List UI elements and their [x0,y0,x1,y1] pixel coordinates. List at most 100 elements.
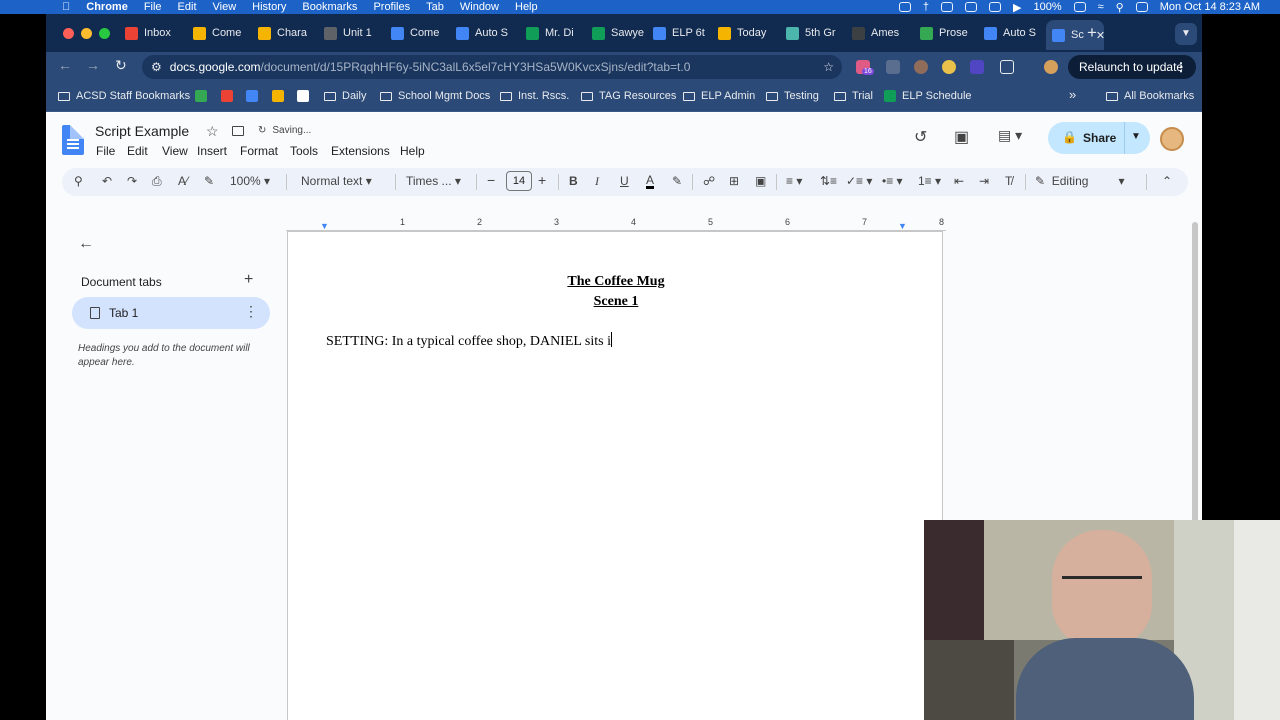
menu-file[interactable]: File [144,1,162,13]
bookmark-item[interactable] [297,90,315,102]
bold-icon[interactable]: B [569,174,578,188]
search-menus-icon[interactable]: ⚲ [74,174,83,188]
italic-icon[interactable]: I [595,174,599,189]
tab-options-icon[interactable]: ⋮ [244,303,258,320]
drive-icon[interactable] [941,2,953,12]
zoom-select[interactable]: 100% ▾ [230,174,270,188]
add-tab-button[interactable]: + [244,271,253,289]
text-color-icon[interactable]: A [646,174,655,189]
browser-tab[interactable]: Come [193,22,251,44]
extensions-puzzle-icon[interactable] [1000,60,1014,74]
increase-font-size-button[interactable]: + [538,172,546,188]
bookmark-folder[interactable]: Trial [834,90,873,102]
menu-history[interactable]: History [252,1,286,13]
docs-menu-view[interactable]: View [162,144,188,158]
all-bookmarks-folder[interactable]: All Bookmarks [1106,90,1194,102]
extension-icon[interactable] [942,60,956,74]
redo-icon[interactable]: ↷ [127,174,137,188]
close-tab-icon[interactable]: ✕ [1096,29,1104,42]
line-spacing-icon[interactable]: ⇅≡ [820,174,837,188]
menu-tab[interactable]: Tab [426,1,444,13]
browser-tab[interactable]: Ames [852,22,910,44]
menu-bookmarks[interactable]: Bookmarks [302,1,357,13]
browser-tab[interactable]: Chara [258,22,316,44]
forward-arrow-icon[interactable]: → [86,57,100,73]
browser-tab[interactable]: Mr. Di [526,22,584,44]
more-bookmarks-button[interactable]: » [1069,87,1076,102]
setting-paragraph[interactable]: SETTING: In a typical coffee shop, DANIE… [326,332,612,350]
browser-tab[interactable]: Today [718,22,776,44]
bookmark-folder[interactable]: Testing [766,90,819,102]
bookmark-item[interactable]: ELP Schedule [884,90,972,102]
print-icon[interactable]: ⎙ [152,174,162,189]
extension-icon[interactable] [970,60,984,74]
bookmark-item[interactable] [246,90,264,102]
apple-menu-icon[interactable]:  [62,1,70,13]
increase-indent-icon[interactable]: ⇥ [979,174,989,188]
extension-icon[interactable] [886,60,900,74]
style-select[interactable]: Normal text ▾ [301,174,372,188]
document-tab-1[interactable]: Tab 1 ⋮ [72,297,270,329]
new-tab-button[interactable]: + [1087,23,1097,43]
menu-view[interactable]: View [213,1,237,13]
spotlight-icon[interactable]: ⚲ [1116,1,1124,14]
underline-icon[interactable]: U [620,174,629,188]
notification-icon[interactable] [965,2,977,12]
script-title[interactable]: The Coffee Mug Scene 1 [288,272,944,312]
document-title[interactable]: Script Example [95,123,189,139]
menu-profiles[interactable]: Profiles [373,1,410,13]
browser-tab[interactable]: Auto S [456,22,514,44]
kebab-menu-icon[interactable]: ⋮ [1175,60,1187,74]
battery-icon[interactable] [1073,2,1086,12]
zoom-window-button[interactable] [99,28,110,39]
datetime[interactable]: Mon Oct 14 8:23 AM [1160,1,1260,13]
spellcheck-icon[interactable]: A⁄ [178,174,188,188]
share-dropdown-icon[interactable]: ▼ [1131,131,1141,142]
right-indent-marker-icon[interactable]: ▼ [898,221,907,231]
docs-menu-tools[interactable]: Tools [290,144,318,158]
editing-mode-select[interactable]: ✎ Editing ▾ [1035,174,1124,188]
tab-search-button[interactable]: ▼ [1175,23,1197,45]
align-icon[interactable]: ≡ ▾ [786,174,802,188]
bookmark-folder[interactable]: ACSD Staff Bookmarks [58,90,190,102]
highlight-icon[interactable]: ✎ [672,174,682,188]
link-icon[interactable]: ☍ [703,174,715,188]
docs-menu-insert[interactable]: Insert [197,144,227,158]
bookmark-item[interactable] [272,90,290,102]
app-menu[interactable]: Chrome [86,1,128,13]
meet-icon[interactable]: ▤ ▾ [998,127,1022,144]
bookmark-folder[interactable]: ELP Admin [683,90,755,102]
version-history-icon[interactable]: ↺ [914,127,927,147]
bookmark-folder[interactable]: Inst. Rscs. [500,90,569,102]
browser-tab[interactable]: ELP 6t [653,22,711,44]
menu-edit[interactable]: Edit [178,1,197,13]
checklist-icon[interactable]: ✓≡ ▾ [846,174,872,188]
bookmark-star-icon[interactable]: ☆ [823,60,834,74]
bookmark-item[interactable] [195,90,213,102]
bluetooth-icon[interactable]: † [923,1,929,13]
back-arrow-icon[interactable]: ← [58,57,72,73]
move-folder-icon[interactable] [232,126,244,136]
numbered-list-icon[interactable]: 1≡ ▾ [918,174,941,188]
browser-tab[interactable]: Unit 1 [324,22,382,44]
font-size-input[interactable]: 14 [506,171,532,191]
screen-share-icon[interactable] [989,2,1001,12]
address-bar[interactable]: ⚙ docs.google.com /document/d/15PRqqhHF6… [142,55,842,79]
decrease-font-size-button[interactable]: − [487,172,495,188]
bookmark-item[interactable] [221,90,239,102]
vertical-scrollbar[interactable] [1192,222,1198,532]
hide-menus-icon[interactable]: ⌃ [1162,174,1172,188]
creative-cloud-icon[interactable] [898,2,911,12]
docs-menu-format[interactable]: Format [240,144,278,158]
bulleted-list-icon[interactable]: •≡ ▾ [882,174,903,188]
control-center-icon[interactable] [1135,2,1148,12]
docs-menu-help[interactable]: Help [400,144,425,158]
browser-tab[interactable]: Sawye [592,22,650,44]
clear-formatting-icon[interactable]: T̸ [1005,174,1012,188]
insert-image-icon[interactable]: ▣ [755,174,766,188]
star-icon[interactable]: ☆ [206,123,219,140]
close-outline-arrow-icon[interactable]: ← [78,235,94,253]
bookmark-folder[interactable]: Daily [324,90,366,102]
share-button[interactable]: 🔒 Share ▼ [1048,122,1150,154]
browser-tab[interactable]: Come [391,22,449,44]
